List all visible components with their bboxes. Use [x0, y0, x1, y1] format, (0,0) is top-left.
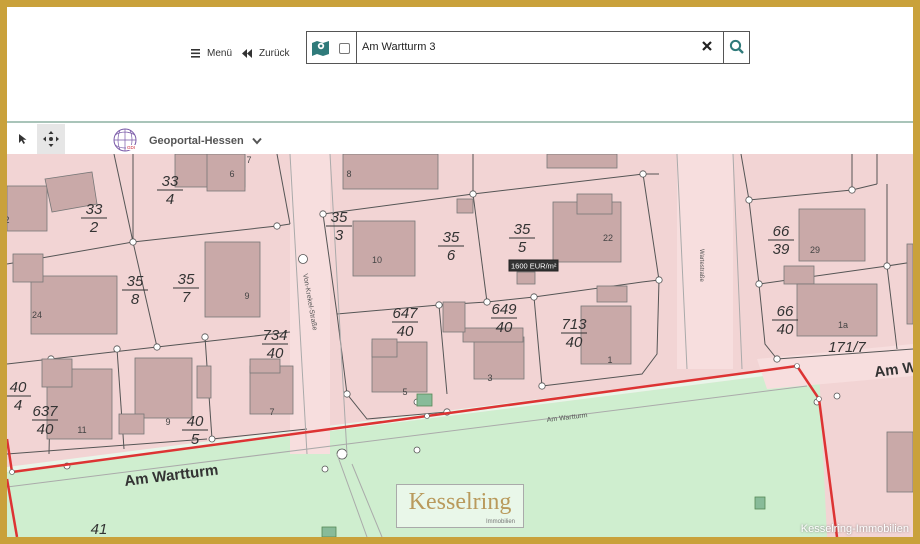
parcel-number: 35	[443, 229, 460, 246]
parcel-denominator: 7	[182, 289, 191, 306]
top-bar: Menü Zurück	[7, 7, 913, 125]
parcel-number: 734	[262, 327, 287, 344]
parcel-denominator: 4	[14, 397, 22, 414]
map-toolbar: GDI Geoportal-Hessen	[7, 121, 913, 154]
street-label-vertical-2: Wartestraße	[698, 249, 704, 282]
parcel-denominator: 6	[447, 247, 456, 264]
house-number: 7	[246, 155, 251, 165]
parcel-number: 171/7	[828, 339, 866, 356]
house-number: 9	[165, 417, 170, 427]
hamburger-icon	[191, 49, 200, 58]
parcel-number: 649	[491, 301, 517, 318]
parcel-number: 33	[86, 201, 103, 218]
search-icon[interactable]	[729, 39, 745, 55]
parcel-number: 35	[331, 209, 348, 226]
back-label: Zurück	[259, 48, 290, 59]
parcel-denominator: 40	[37, 421, 54, 438]
house-number: 1a	[838, 320, 848, 330]
house-number: 6	[229, 169, 234, 179]
watermark-name: Kesselring	[408, 489, 512, 515]
house-number: 24	[32, 310, 42, 320]
house-number: 7	[269, 407, 274, 417]
house-number: 8	[346, 169, 351, 179]
search-input[interactable]	[362, 38, 682, 56]
parcel-number: 41	[91, 521, 108, 537]
house-number: 22	[603, 233, 613, 243]
house-number: 9	[244, 291, 249, 301]
pointer-icon	[19, 134, 27, 144]
map-marker-icon[interactable]	[312, 39, 330, 56]
menu-label: Menü	[207, 48, 233, 59]
watermark-sub: Immobilien	[485, 519, 515, 525]
house-number: 2	[7, 215, 10, 225]
parcel-number: 35	[514, 221, 531, 238]
parcel-number: 40	[187, 413, 204, 430]
parcel-denominator: 40	[566, 334, 583, 351]
parcel-denominator: 40	[267, 345, 284, 362]
screenshot-frame: Menü Zurück Am Wartturm 3 GDI Geoportal-…	[0, 0, 920, 544]
house-number: 3	[487, 373, 492, 383]
house-number: 5	[402, 387, 407, 397]
parcel-denominator: 40	[777, 321, 794, 338]
credit-text: Kesselring-Immobilien	[800, 523, 909, 535]
chevron-down-icon	[252, 137, 262, 145]
close-icon[interactable]	[701, 40, 713, 52]
select-tool-button[interactable]	[9, 124, 37, 154]
geoportal-selector[interactable]: GDI Geoportal-Hessen	[111, 127, 262, 155]
house-number: 1	[607, 355, 612, 365]
parcel-number: 35	[127, 273, 144, 290]
parcel-number: 35	[178, 271, 195, 288]
parcel-number: 66	[773, 223, 790, 240]
parcel-denominator: 4	[166, 191, 174, 208]
parcel-denominator: 2	[89, 219, 99, 236]
parcel-denominator: 5	[191, 431, 200, 448]
parcel-number: 637	[32, 403, 58, 420]
parcel-number: 647	[392, 305, 418, 322]
parcel-denominator: 40	[496, 319, 513, 336]
search-checkbox[interactable]	[339, 43, 350, 54]
geoportal-name: Geoportal-Hessen	[149, 135, 244, 147]
search-divider-2	[723, 32, 724, 63]
price-label: 1600 EUR/m²	[511, 262, 557, 271]
search-box	[306, 31, 750, 64]
parcel-number: 40	[10, 379, 27, 396]
watermark-logo: Kesselring Immobilien	[396, 484, 524, 528]
map-canvas[interactable]: 33 4 33 2 35 8 35 7 35 3 35 6 35 5 66 39 734 40 647 40 649 40…	[7, 154, 913, 537]
parcel-denominator: 39	[773, 241, 790, 258]
move-arrows-icon	[43, 131, 59, 147]
parcel-denominator: 40	[397, 323, 414, 340]
house-number: 10	[372, 255, 382, 265]
parcel-number: 33	[162, 173, 179, 190]
parcel-number: 66	[777, 303, 794, 320]
parcel-denominator: 8	[131, 291, 140, 308]
pan-tool-button[interactable]	[37, 124, 65, 154]
back-button[interactable]: Zurück	[242, 48, 290, 59]
parcel-denominator: 5	[518, 239, 527, 256]
cadastral-map: 334332358357353 3563556639734406474064940…	[7, 154, 913, 537]
parcel-number: 713	[561, 316, 587, 333]
parcel-denominator: 3	[335, 227, 344, 244]
search-divider	[356, 32, 357, 63]
rewind-icon	[242, 49, 252, 58]
svg-text:GDI: GDI	[127, 145, 135, 150]
menu-button[interactable]: Menü	[191, 48, 232, 59]
house-number: 29	[810, 245, 820, 255]
house-number: 11	[77, 425, 86, 435]
geoportal-logo: GDI	[113, 128, 139, 152]
